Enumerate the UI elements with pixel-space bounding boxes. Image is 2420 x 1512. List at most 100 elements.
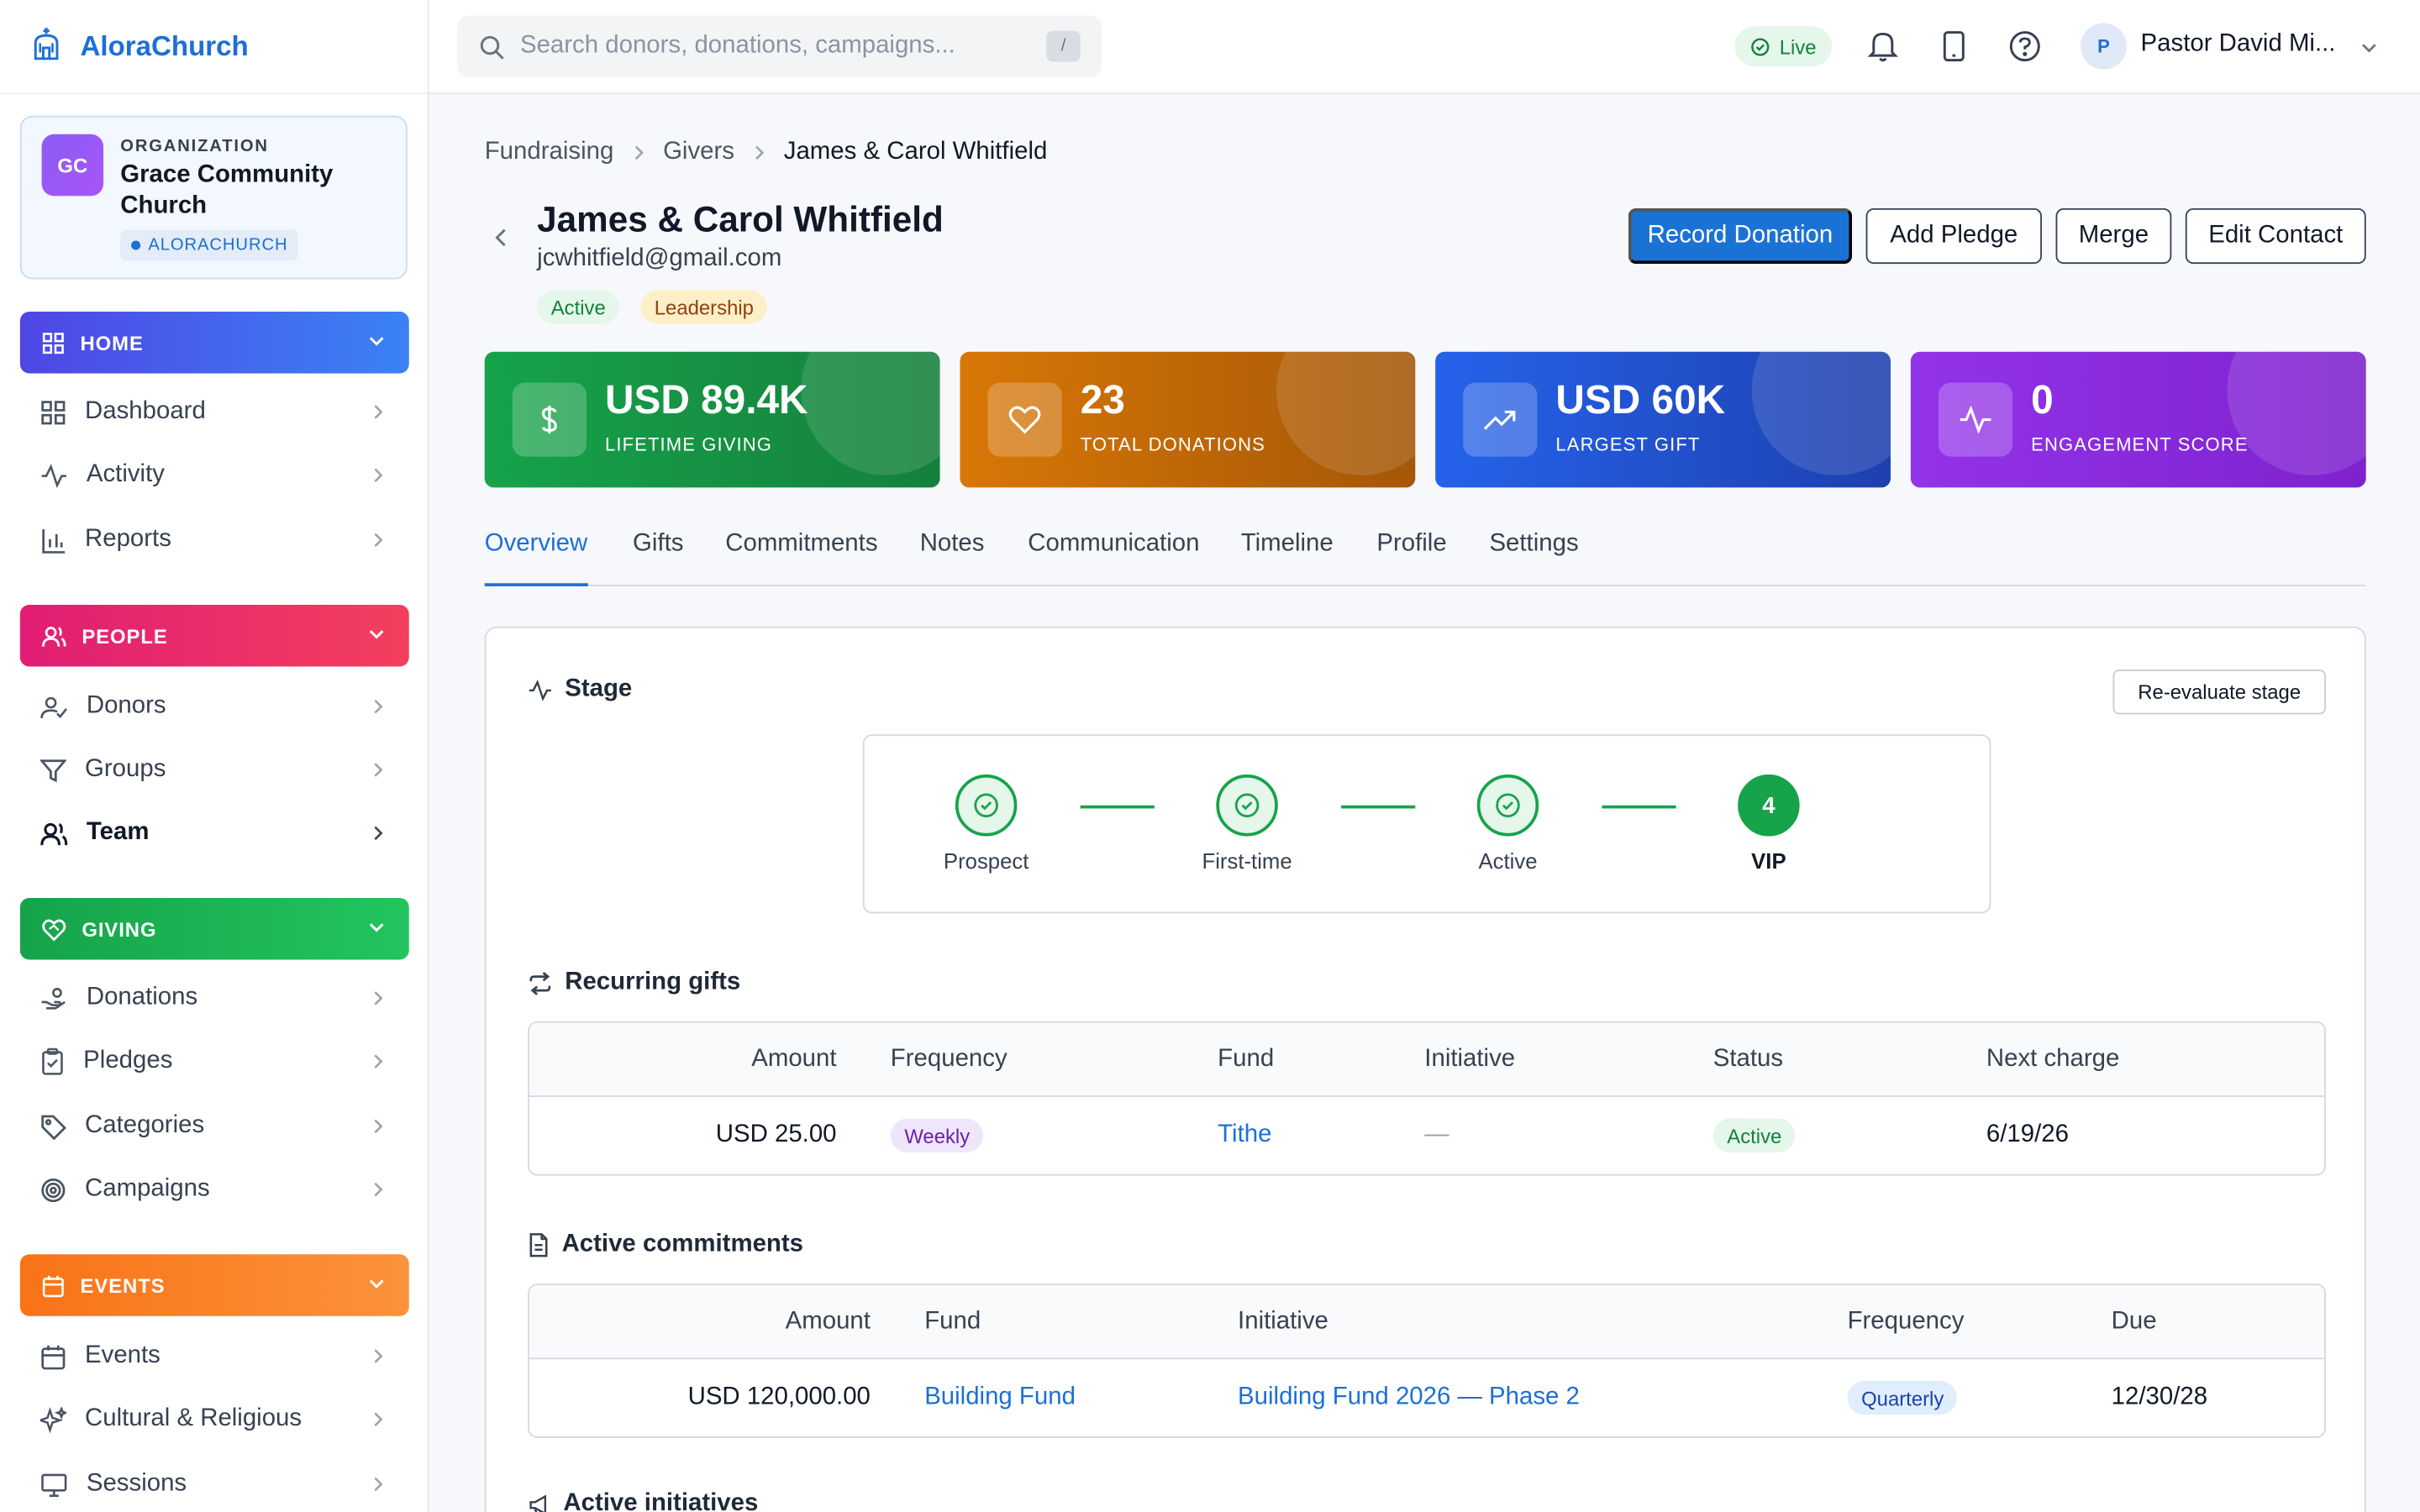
record-donation-button[interactable]: Record Donation (1628, 207, 1853, 265)
sidebar-item-label: Dashboard (85, 397, 206, 425)
help-circle-icon[interactable] (2008, 29, 2042, 63)
sidebar-item-donations[interactable]: Donations (20, 968, 409, 1029)
column-header: Amount (785, 1307, 871, 1334)
active-initiatives-title: Active initiatives (563, 1490, 759, 1512)
stage-label: VIP (1751, 848, 1786, 874)
organization-name: Grace Community Church (120, 161, 334, 219)
active-commitments-title: Active commitments (561, 1231, 804, 1257)
fund-link[interactable]: Building Fund (924, 1359, 1076, 1436)
sidebar-item-team[interactable]: Team (20, 802, 409, 864)
initiative-link[interactable]: Building Fund 2026 — Phase 2 (1238, 1359, 1580, 1436)
megaphone-icon (529, 1494, 547, 1512)
sidebar-item-cultural-religious[interactable]: Cultural & Religious (20, 1389, 409, 1450)
sidebar-item-sessions[interactable]: Sessions (20, 1453, 409, 1512)
kpi-label: TOTAL DONATIONS (1080, 433, 1265, 455)
stage-progress: Prospect First-time Active 4 VIP (862, 734, 1991, 914)
hand-coins-icon (41, 987, 66, 1009)
chevron-down-icon[interactable] (2359, 37, 2381, 59)
table-row[interactable]: USD 25.00 Weekly Tithe — Active 6/19/26 (529, 1097, 2324, 1174)
kpi-label: ENGAGEMENT SCORE (2031, 433, 2249, 455)
live-status-badge: Live (1734, 26, 1832, 66)
section-giving[interactable]: GIVING (19, 897, 409, 960)
reevaluate-stage-button[interactable]: Re-evaluate stage (2112, 669, 2326, 715)
sidebar-item-label: Reports (85, 526, 171, 553)
repeat-icon (529, 971, 551, 995)
check-circle-icon (1216, 774, 1278, 837)
breadcrumb-item[interactable]: Givers (663, 139, 734, 166)
chevron-right-icon (374, 991, 383, 1005)
tab-timeline[interactable]: Timeline (1241, 531, 1334, 586)
column-header: Fund (924, 1307, 981, 1334)
search-input[interactable] (519, 32, 1030, 60)
frequency-badge: Quarterly (1847, 1380, 1958, 1415)
sidebar-item-pledges[interactable]: Pledges (20, 1031, 409, 1092)
bell-icon[interactable] (1867, 29, 1899, 63)
bar-chart-icon (42, 528, 66, 553)
user-check-icon (40, 696, 67, 718)
chevron-right-icon (374, 699, 383, 714)
stage-label: Prospect (943, 848, 1029, 874)
filter-icon (39, 759, 66, 782)
tab-profile[interactable]: Profile (1376, 531, 1446, 586)
tab-gifts[interactable]: Gifts (633, 531, 683, 586)
chevron-left-icon[interactable] (491, 225, 513, 249)
search-icon (480, 34, 504, 59)
amount-cell: USD 25.00 (715, 1121, 837, 1148)
sidebar-item-label: Activity (86, 461, 165, 488)
sidebar-item-dashboard[interactable]: Dashboard (20, 381, 409, 443)
sidebar-item-label: Sessions (86, 1470, 187, 1497)
chevron-down-icon (369, 923, 384, 932)
chevron-right-icon (374, 468, 383, 482)
fund-link[interactable]: Tithe (1218, 1097, 1271, 1174)
organization-card[interactable]: GC ORGANIZATION Grace Community Church A… (19, 115, 408, 280)
section-events[interactable]: EVENTS (19, 1254, 409, 1316)
decorative-circle (801, 351, 940, 475)
tab-communication[interactable]: Communication (1028, 531, 1199, 586)
sidebar-item-campaigns[interactable]: Campaigns (20, 1158, 409, 1220)
sidebar-item-reports[interactable]: Reports (20, 509, 409, 570)
edit-contact-button[interactable]: Edit Contact (2185, 207, 2366, 265)
chevron-down-icon (369, 630, 384, 639)
add-pledge-button[interactable]: Add Pledge (1865, 207, 2042, 265)
sidebar-item-label: Groups (85, 755, 166, 783)
sidebar-item-categories[interactable]: Categories (20, 1095, 409, 1157)
sidebar-item-activity[interactable]: Activity (20, 444, 409, 506)
calendar-icon (41, 1344, 66, 1369)
stage-step-first-time: First-time (1155, 774, 1339, 874)
section-people[interactable]: PEOPLE (19, 604, 409, 667)
stage-connector (1341, 805, 1416, 809)
tab-settings[interactable]: Settings (1489, 531, 1578, 586)
sidebar-item-label: Cultural & Religious (85, 1405, 302, 1432)
stage-step-active: Active (1415, 774, 1600, 874)
chevron-right-icon (374, 1477, 383, 1492)
stage-connector (1080, 805, 1155, 809)
tab-commitments[interactable]: Commitments (725, 531, 877, 586)
user-name[interactable]: Pastor David Mi... (2141, 31, 2336, 59)
table-row[interactable]: USD 120,000.00 Building Fund Building Fu… (529, 1359, 2324, 1436)
sidebar-item-events[interactable]: Events (20, 1326, 409, 1387)
avatar[interactable]: P (2080, 23, 2128, 70)
brand[interactable]: AloraChurch (0, 0, 428, 95)
column-header: Frequency (890, 1045, 1007, 1072)
chevron-right-icon (374, 1412, 383, 1427)
smartphone-icon[interactable] (1942, 29, 1966, 63)
page-title: James & Carol Whitfield (537, 198, 944, 239)
section-home[interactable]: HOME (19, 312, 409, 374)
sidebar-item-donors[interactable]: Donors (20, 675, 409, 737)
chevron-right-icon (374, 826, 383, 841)
search-bar[interactable]: / (456, 15, 1102, 77)
decorative-circle (2227, 351, 2366, 475)
tab-overview[interactable]: Overview (484, 531, 588, 586)
stage-title: Stage (565, 675, 633, 702)
sidebar-item-groups[interactable]: Groups (20, 739, 409, 801)
table-header: Amount Frequency Fund Initiative Status … (529, 1022, 2325, 1097)
merge-button[interactable]: Merge (2055, 207, 2172, 265)
kpi-lifetime-giving: USD 89.4K LIFETIME GIVING (484, 351, 940, 488)
monitor-icon (41, 1473, 67, 1497)
organization-tag: ALORACHURCH (120, 229, 299, 261)
breadcrumb-item[interactable]: Fundraising (485, 139, 614, 166)
status-cell: Active (1712, 1097, 1796, 1174)
chevron-right-icon (755, 145, 764, 160)
tab-notes[interactable]: Notes (920, 531, 985, 586)
organization-label: ORGANIZATION (120, 137, 269, 156)
